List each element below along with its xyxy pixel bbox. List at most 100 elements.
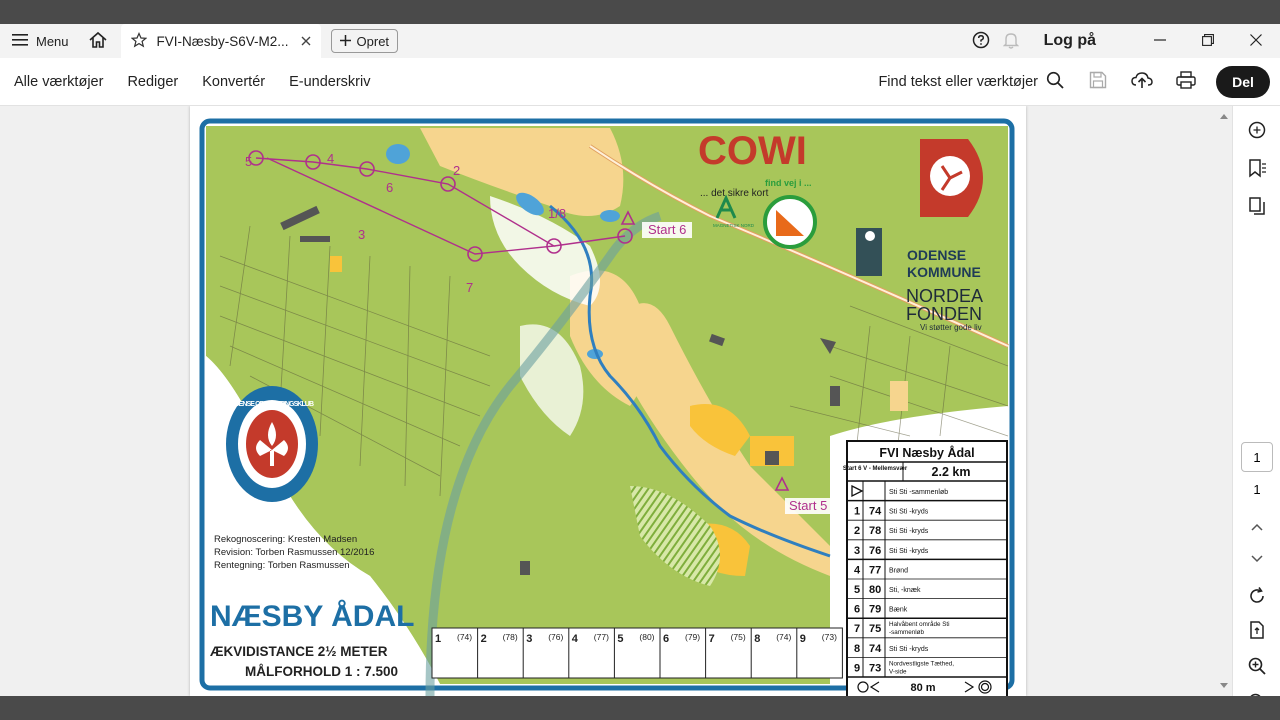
share-button[interactable]: Del bbox=[1216, 65, 1270, 98]
os-title-bar bbox=[0, 0, 1280, 24]
punch-box-code: (79) bbox=[685, 632, 700, 642]
search-icon bbox=[1046, 71, 1064, 93]
current-page-input[interactable]: 1 bbox=[1241, 442, 1273, 472]
svg-text:1/8: 1/8 bbox=[548, 206, 566, 221]
tool-all-tools[interactable]: Alle værktøjer bbox=[0, 74, 115, 90]
close-window-button[interactable] bbox=[1232, 24, 1280, 58]
svg-text:4: 4 bbox=[327, 151, 334, 166]
course-length: 2.2 km bbox=[932, 465, 971, 479]
control-code: 75 bbox=[869, 623, 881, 635]
control-number: 6 bbox=[854, 604, 860, 616]
home-icon bbox=[88, 31, 108, 52]
bookmarks-button[interactable] bbox=[1241, 154, 1273, 186]
chevron-up-icon bbox=[1250, 519, 1264, 537]
vertical-scrollbar[interactable] bbox=[1216, 106, 1232, 696]
print-button[interactable] bbox=[1166, 62, 1206, 102]
punch-box-code: (76) bbox=[548, 632, 563, 642]
pages-button[interactable] bbox=[1241, 192, 1273, 224]
control-number: 5 bbox=[854, 584, 860, 596]
bookmark-icon bbox=[1247, 158, 1267, 183]
control-code: 74 bbox=[869, 506, 882, 518]
pdf-viewer-app: Menu FVI-Næsby-S6V-M2... Opret Log på Al… bbox=[0, 24, 1280, 711]
menu-button[interactable]: Menu bbox=[0, 24, 81, 58]
login-button[interactable]: Log på bbox=[1044, 32, 1096, 50]
control-description: Sti, -knæk bbox=[889, 587, 921, 594]
tool-edit[interactable]: Rediger bbox=[115, 74, 190, 90]
cowi-logo: COWI bbox=[698, 129, 807, 173]
punch-box-number: 3 bbox=[526, 633, 532, 645]
punch-boxes: 1 (74) 2 (78) 3 (76) 4 (77) 5 (80) 6 (79) 7 (75) 8 (74)… bbox=[431, 627, 843, 679]
help-button[interactable] bbox=[966, 24, 996, 58]
punch-box-code: (74) bbox=[776, 632, 791, 642]
tab-document[interactable]: FVI-Næsby-S6V-M2... bbox=[120, 24, 321, 58]
minimize-button[interactable] bbox=[1136, 24, 1184, 58]
previous-page-button[interactable] bbox=[1241, 512, 1273, 544]
orienteering-map: 1/8 2 3 4 5 6 7 Start 6 Start 5 COWI ...… bbox=[199, 118, 1015, 696]
club-logo: ODENSE ORIENTERINGSKLUB bbox=[226, 386, 318, 502]
punch-box-number: 5 bbox=[617, 633, 623, 645]
chevron-down-icon bbox=[1250, 551, 1264, 569]
control-code: 74 bbox=[869, 643, 882, 655]
create-button[interactable]: Opret bbox=[330, 29, 399, 53]
pdf-page: 1/8 2 3 4 5 6 7 Start 6 Start 5 COWI ...… bbox=[190, 106, 1026, 696]
map-title: NÆSBY ÅDAL bbox=[210, 600, 414, 633]
next-page-button[interactable] bbox=[1241, 544, 1273, 576]
find-tools-button[interactable]: Find tekst eller værktøjer bbox=[878, 71, 1074, 93]
scroll-up-arrow[interactable] bbox=[1220, 114, 1228, 119]
zoom-in-icon bbox=[1247, 656, 1267, 681]
document-viewer: 1/8 2 3 4 5 6 7 Start 6 Start 5 COWI ...… bbox=[0, 106, 1232, 696]
control-code: 78 bbox=[869, 525, 881, 537]
control-description: Sti Sti -kryds bbox=[889, 509, 929, 516]
printer-icon bbox=[1176, 70, 1196, 93]
rotate-button[interactable] bbox=[1241, 582, 1273, 614]
svg-text:3: 3 bbox=[358, 227, 365, 242]
close-icon bbox=[1250, 33, 1262, 49]
svg-text:ODENSE: ODENSE bbox=[907, 247, 966, 263]
page-tools-button[interactable] bbox=[1241, 616, 1273, 648]
punch-box-code: (75) bbox=[731, 632, 746, 642]
upload-button[interactable] bbox=[1122, 62, 1162, 102]
control-number: 4 bbox=[854, 564, 861, 576]
punch-box-code: (80) bbox=[639, 632, 654, 642]
svg-text:MAGNETISK NORD: MAGNETISK NORD bbox=[713, 223, 755, 228]
control-number: 9 bbox=[854, 662, 860, 674]
svg-text:Rentegning: Torben Rasmussen: Rentegning: Torben Rasmussen bbox=[214, 560, 350, 571]
save-icon bbox=[1089, 71, 1107, 93]
svg-text:find vej i ...: find vej i ... bbox=[765, 178, 812, 188]
menu-label: Menu bbox=[36, 33, 69, 49]
control-description: Sti Sti -kryds bbox=[889, 548, 929, 555]
punch-box-number: 9 bbox=[800, 633, 806, 645]
contour-interval: ÆKVIDISTANCE 2½ METER bbox=[210, 644, 388, 659]
punch-box-code: (78) bbox=[503, 632, 518, 642]
control-number: 3 bbox=[854, 545, 860, 557]
plus-icon bbox=[339, 34, 351, 49]
tool-convert[interactable]: Konvertér bbox=[190, 74, 277, 90]
scroll-down-arrow[interactable] bbox=[1220, 683, 1228, 688]
svg-text:ODENSE ORIENTERINGSKLUB: ODENSE ORIENTERINGSKLUB bbox=[230, 401, 314, 408]
svg-text:Vi støtter gode liv: Vi støtter gode liv bbox=[920, 323, 982, 332]
star-icon[interactable] bbox=[130, 31, 147, 51]
right-sidebar: 1 1 bbox=[1232, 106, 1280, 711]
tool-esign[interactable]: E-underskriv bbox=[277, 74, 382, 90]
comment-icon bbox=[1247, 120, 1267, 145]
close-tab-icon[interactable] bbox=[301, 34, 311, 49]
comment-button[interactable] bbox=[1241, 116, 1273, 148]
punch-box-code: (74) bbox=[457, 632, 472, 642]
punch-box-code: (73) bbox=[822, 632, 837, 642]
hamburger-icon bbox=[12, 33, 28, 50]
pages-icon bbox=[1247, 196, 1267, 221]
control-description-cont: V-side bbox=[889, 668, 907, 675]
svg-text:KOMMUNE: KOMMUNE bbox=[907, 264, 981, 280]
control-code: 77 bbox=[869, 564, 881, 576]
home-button[interactable] bbox=[81, 24, 115, 58]
zoom-in-button[interactable] bbox=[1241, 652, 1273, 684]
control-code: 73 bbox=[869, 662, 881, 674]
punch-box-number: 4 bbox=[572, 633, 579, 645]
minimize-icon bbox=[1154, 34, 1166, 49]
control-description: Nordvestligste Tæthed, bbox=[889, 660, 954, 667]
save-button[interactable] bbox=[1078, 62, 1118, 102]
svg-text:NORDEA: NORDEA bbox=[906, 286, 983, 306]
maximize-button[interactable] bbox=[1184, 24, 1232, 58]
start5-label: Start 5 bbox=[789, 498, 827, 513]
notifications-button[interactable] bbox=[996, 24, 1026, 58]
